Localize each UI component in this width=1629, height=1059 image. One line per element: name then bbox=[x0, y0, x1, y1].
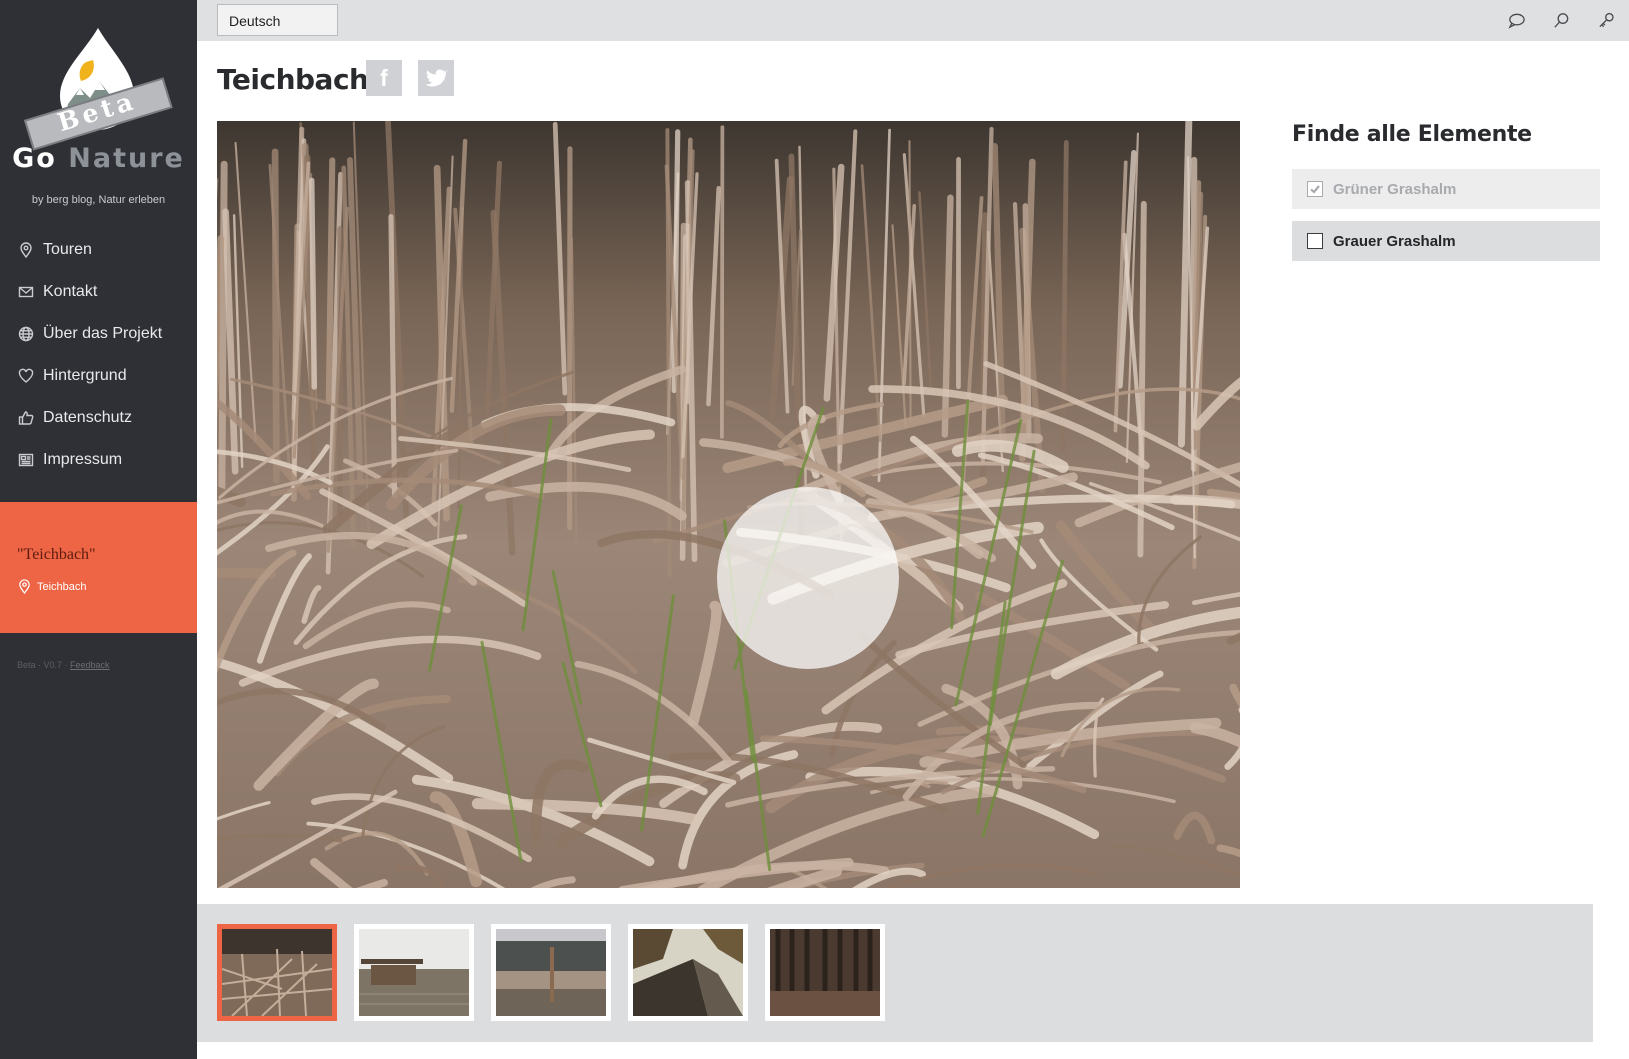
mail-icon bbox=[17, 284, 34, 301]
language-select[interactable]: Deutsch bbox=[217, 4, 338, 36]
sidebar: Beta Go Nature by berg blog, Natur erleb… bbox=[0, 0, 197, 1059]
nav-item-touren[interactable]: Touren bbox=[0, 229, 197, 271]
map-pin-icon bbox=[17, 242, 34, 259]
main-nav: Touren Kontakt Über das Projekt Hintergr… bbox=[0, 229, 197, 481]
key-icon bbox=[1599, 12, 1614, 28]
globe-icon bbox=[17, 326, 34, 343]
element-item-grauer-grashalm[interactable]: Grauer Grashalm bbox=[1292, 221, 1600, 261]
nav-label: Hintergrund bbox=[43, 367, 127, 384]
pond-structure-thumbnail-image bbox=[359, 929, 469, 1016]
nav-label: Touren bbox=[43, 241, 92, 258]
brand-byline: by berg blog, Natur erleben bbox=[31, 194, 166, 206]
current-tour-location-label: Teichbach bbox=[37, 580, 87, 593]
pine-forest-thumbnail-image bbox=[770, 929, 880, 1016]
page-title: Teichbach bbox=[217, 63, 369, 96]
current-tour-card[interactable]: "Teichbach" Teichbach bbox=[0, 502, 197, 633]
checkbox-checked[interactable] bbox=[1307, 181, 1323, 197]
nav-item-ueber-das-projekt[interactable]: Über das Projekt bbox=[0, 313, 197, 355]
top-bar-actions bbox=[1494, 0, 1629, 41]
thumbs-up-icon bbox=[17, 410, 34, 427]
forest-lake-thumbnail-image bbox=[496, 929, 606, 1016]
nav-label: Über das Projekt bbox=[43, 325, 163, 342]
reeds-thumbnail-image bbox=[222, 929, 332, 1016]
element-item-label: Grüner Grashalm bbox=[1333, 180, 1457, 198]
nav-item-kontakt[interactable]: Kontakt bbox=[0, 271, 197, 313]
nav-item-impressum[interactable]: Impressum bbox=[0, 439, 197, 481]
nav-label: Kontakt bbox=[43, 283, 98, 300]
thumbnail-1-reeds[interactable] bbox=[217, 924, 337, 1021]
twitter-icon bbox=[425, 69, 448, 87]
thumbnail-2-pond-structure[interactable] bbox=[354, 924, 474, 1021]
chat-icon bbox=[1508, 13, 1525, 29]
twitter-share-button[interactable] bbox=[418, 60, 454, 96]
newspaper-icon bbox=[17, 452, 34, 469]
search-button[interactable] bbox=[1539, 0, 1584, 41]
map-pin-icon bbox=[19, 579, 30, 594]
thumbnail-3-forest-lake[interactable] bbox=[491, 924, 611, 1021]
nav-label: Impressum bbox=[43, 451, 123, 468]
feedback-link[interactable]: Feedback bbox=[70, 660, 110, 670]
facebook-share-button[interactable]: f bbox=[366, 60, 402, 96]
reed-scene-image bbox=[217, 121, 1240, 888]
heart-icon bbox=[17, 368, 34, 385]
checkbox-unchecked[interactable] bbox=[1307, 233, 1323, 249]
version-text: Beta · V0.7 · bbox=[17, 660, 71, 670]
find-elements-title: Finde alle Elemente bbox=[1292, 122, 1532, 147]
top-bar: Deutsch bbox=[197, 0, 1629, 41]
brand-name: Go Nature bbox=[0, 143, 197, 174]
nav-label: Datenschutz bbox=[43, 409, 132, 426]
current-tour-location: Teichbach bbox=[17, 579, 87, 594]
brand-nature: Nature bbox=[68, 143, 185, 174]
current-tour-quote: "Teichbach" bbox=[17, 546, 96, 563]
nav-item-datenschutz[interactable]: Datenschutz bbox=[0, 397, 197, 439]
search-icon bbox=[1554, 13, 1569, 28]
brand-go: Go bbox=[12, 143, 57, 174]
element-item-gruener-grashalm[interactable]: Grüner Grashalm bbox=[1292, 169, 1600, 209]
thumbnail-4-tree-trunk[interactable] bbox=[628, 924, 748, 1021]
scene-photo[interactable] bbox=[217, 121, 1240, 888]
thumbnail-5-pine-forest[interactable] bbox=[765, 924, 885, 1021]
chat-button[interactable] bbox=[1494, 0, 1539, 41]
facebook-icon: f bbox=[380, 64, 388, 91]
check-icon bbox=[1310, 185, 1320, 194]
go-nature-logo[interactable]: Beta Go Nature by berg blog, Natur erleb… bbox=[0, 0, 197, 215]
version-info: Beta · V0.7 · Feedback bbox=[17, 660, 110, 670]
element-item-label: Grauer Grashalm bbox=[1333, 232, 1456, 250]
nav-item-hintergrund[interactable]: Hintergrund bbox=[0, 355, 197, 397]
tree-trunk-thumbnail-image bbox=[633, 929, 743, 1016]
thumbnail-strip bbox=[197, 904, 1593, 1042]
login-button[interactable] bbox=[1584, 0, 1629, 41]
hidden-element-hotspot[interactable] bbox=[717, 487, 899, 669]
